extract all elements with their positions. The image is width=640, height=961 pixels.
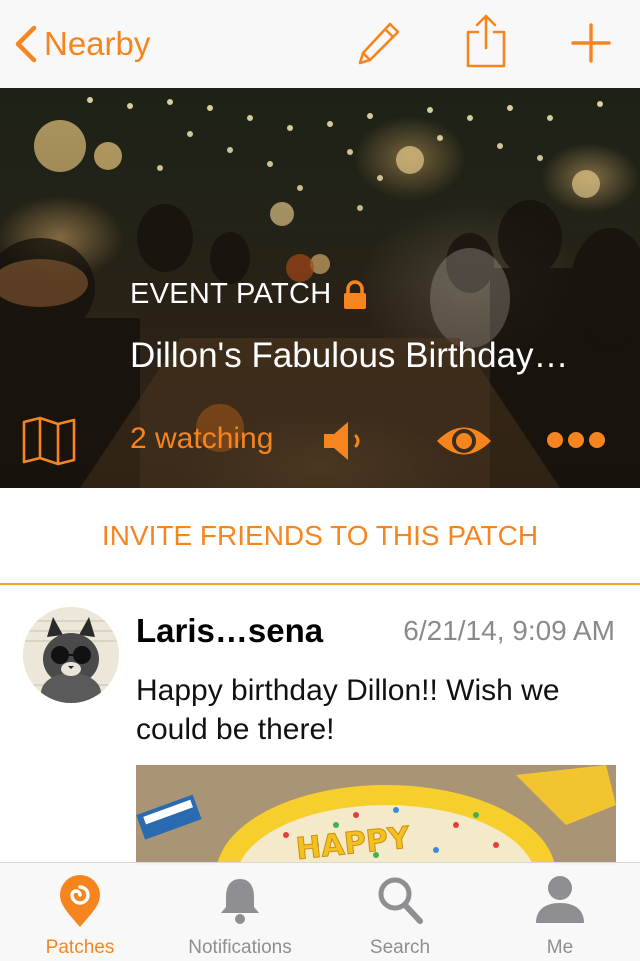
more-icon[interactable] <box>546 430 606 450</box>
patches-icon <box>60 875 100 927</box>
tab-search[interactable]: Search <box>320 863 480 961</box>
tab-label: Me <box>546 937 574 958</box>
tab-patches[interactable]: Patches <box>0 863 160 961</box>
tab-label: Notifications <box>188 937 292 958</box>
patch-type: EVENT PATCH <box>130 278 368 311</box>
watching-count[interactable]: 2 watching <box>130 422 273 456</box>
navigation-bar: Nearby <box>0 0 640 88</box>
avatar[interactable] <box>23 607 119 703</box>
patch-title: Dillon's Fabulous Birthday… <box>130 336 569 375</box>
message-text: Happy birthday Dillon!! Wish we could be… <box>136 674 560 746</box>
bell-icon <box>221 879 259 924</box>
person-icon <box>536 876 584 923</box>
speaker-icon[interactable] <box>322 418 368 464</box>
search-icon <box>378 877 423 924</box>
back-label: Nearby <box>44 25 151 62</box>
cat-avatar-image <box>23 607 119 703</box>
pencil-icon[interactable] <box>354 20 402 68</box>
author-name[interactable]: Laris…sena <box>136 612 323 650</box>
invite-label: INVITE FRIENDS TO THIS PATCH <box>101 519 539 551</box>
tab-label: Patches <box>45 937 115 958</box>
tab-me[interactable]: Me <box>480 863 640 961</box>
share-icon[interactable] <box>464 12 508 70</box>
plus-icon[interactable] <box>570 22 612 64</box>
map-icon[interactable] <box>22 416 76 466</box>
birthday-cake-image: HAPPY <box>136 765 616 865</box>
chevron-left-icon <box>15 25 37 63</box>
message-item: Laris…sena 6/21/14, 9:09 AM Happy birthd… <box>0 585 640 865</box>
tab-bar: Patches Notifications Search Me <box>0 862 640 961</box>
lock-icon <box>343 279 366 309</box>
tab-label: Search <box>369 937 431 958</box>
back-button[interactable]: Nearby <box>14 20 150 68</box>
patch-header-image: EVENT PATCH Dillon's Fabulous Birthday… … <box>0 88 640 488</box>
post-timestamp: 6/21/14, 9:09 AM <box>403 615 615 646</box>
invite-friends-button[interactable]: INVITE FRIENDS TO THIS PATCH <box>0 488 640 585</box>
message-photo[interactable]: HAPPY <box>136 765 616 865</box>
eye-icon[interactable] <box>435 422 493 460</box>
tab-notifications[interactable]: Notifications <box>160 863 320 961</box>
patch-type-label: EVENT PATCH <box>130 278 332 310</box>
